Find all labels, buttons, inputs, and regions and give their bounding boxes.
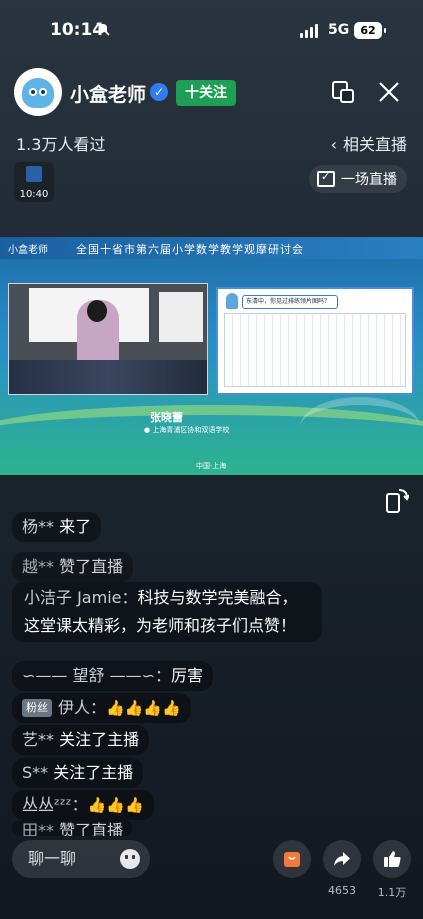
chevron-left-icon: ‹ [330, 135, 337, 154]
rotate-screen-icon[interactable] [385, 488, 409, 514]
thumbs-up-icon [384, 851, 401, 867]
chat-message: 越** 赞了直播 [12, 552, 134, 582]
next-live-button[interactable]: 一场直播 [309, 165, 407, 193]
streamer-name[interactable]: 小盒老师 [70, 80, 146, 107]
chat-input[interactable]: 聊一聊 [12, 840, 150, 878]
thumbnail-time: 10:40 [19, 189, 49, 200]
chat-message: 艺** 关注了主播 [12, 725, 150, 755]
chat-message: 丛丛ᶻᶻᶻ：👍👍👍 [12, 790, 154, 820]
live-video[interactable]: 小盒老师 全国十省市第六届小学数学教学观摩研讨会 东清中，你见过排练领片图吗？ … [0, 237, 423, 475]
chat-message: S** 关注了主播 [12, 758, 144, 788]
thumbnail-image [26, 166, 42, 182]
teacher-name: 张晓蕾 [150, 411, 183, 424]
follow-button[interactable]: 十关注 [176, 80, 236, 106]
signal-icon [300, 24, 318, 38]
replay-thumbnail[interactable]: 10:40 [14, 162, 54, 202]
bottom-bar: 聊一聊 4653 1.1万 [0, 838, 423, 899]
chat-message: ∽—— 望舒 ——∽：厉害 [12, 661, 214, 691]
teacher-school: ● 上海青浦区协和双语学校 [144, 426, 230, 434]
shopping-bag-icon [284, 852, 300, 867]
battery-icon: 62 [354, 22, 386, 39]
share-count: 4653 [328, 884, 356, 897]
video-brand: 小盒老师 [8, 245, 48, 256]
viewer-count: 1.3万人看过 [16, 135, 106, 154]
slide-question: 东清中，你见过排练领片图吗？ [242, 295, 338, 309]
chat-message: 粉丝 伊人：👍👍👍👍 [12, 693, 191, 723]
picture-in-picture-icon[interactable] [331, 80, 355, 104]
lesson-slide: 东清中，你见过排练领片图吗？ [216, 287, 414, 395]
related-live-label: 相关直播 [342, 135, 407, 154]
share-icon [334, 852, 350, 866]
video-title: 全国十省市第六届小学数学教学观摩研讨会 [76, 243, 304, 256]
fan-badge: 粉丝 [22, 699, 52, 717]
share-button[interactable] [323, 840, 361, 878]
status-bar: 10:14 5G 62 [0, 0, 423, 60]
calendar-icon [317, 170, 335, 187]
chat-message: 杨** 来了 [12, 512, 102, 542]
chat-input-placeholder: 聊一聊 [28, 849, 77, 868]
video-location: 中国·上海 [196, 462, 227, 470]
like-button[interactable] [373, 840, 411, 878]
next-live-label: 一场直播 [341, 172, 397, 188]
verified-icon: ✓ [150, 83, 168, 101]
video-banner: 小盒老师 全国十省市第六届小学数学教学观摩研讨会 [0, 237, 423, 259]
related-live-link[interactable]: ‹ 相关直播 [331, 131, 407, 155]
emoji-icon[interactable] [120, 849, 140, 869]
network-type: 5G [328, 22, 350, 38]
like-count: 1.1万 [377, 886, 407, 899]
chat-message: 田** 赞了直播 [12, 820, 134, 836]
avatar[interactable] [14, 68, 62, 116]
close-icon[interactable] [377, 80, 401, 104]
chat-message: 小洁子 Jamie：科技与数学完美融合，这堂课太精彩，为老师和孩子们点赞！ [12, 582, 322, 642]
shop-button[interactable] [273, 840, 311, 878]
classroom-camera [8, 283, 208, 395]
bell-mute-icon [96, 22, 110, 36]
live-header: 小盒老师 ✓ 十关注 [14, 68, 409, 118]
